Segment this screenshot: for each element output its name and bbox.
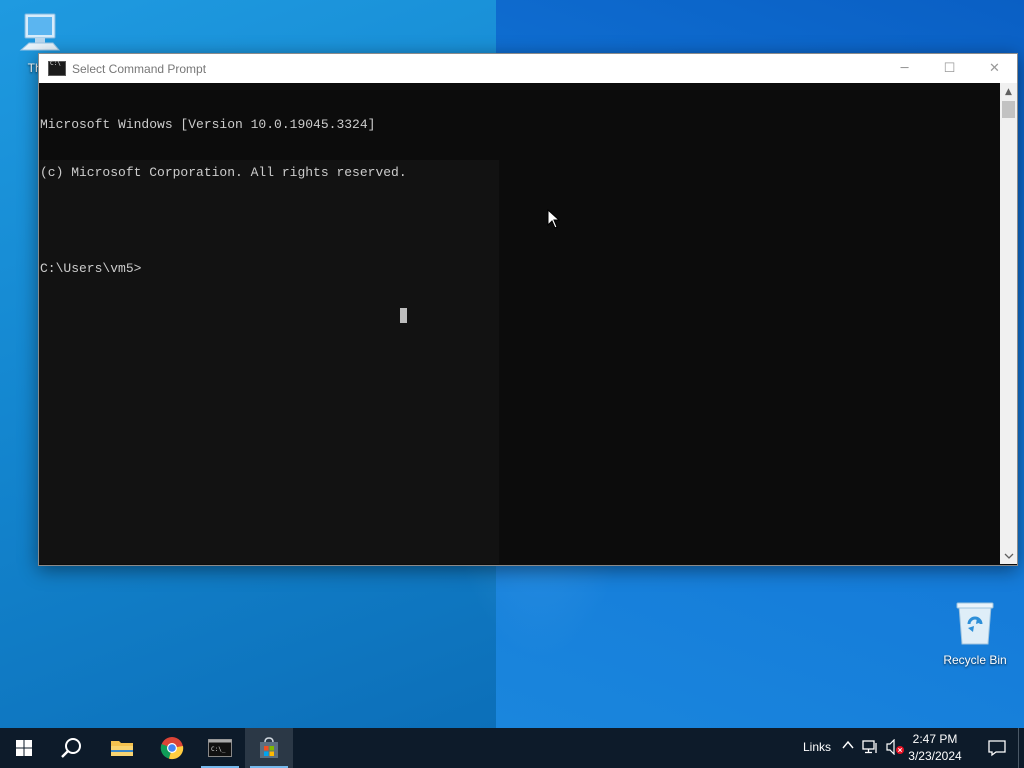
close-icon: ✕ — [989, 61, 1000, 76]
mouse-pointer-icon — [547, 209, 561, 229]
chrome-icon — [160, 737, 184, 760]
scroll-up-button[interactable]: ▲ — [1000, 83, 1017, 100]
notification-icon — [988, 740, 1006, 757]
window-controls: ─ ☐ ✕ — [882, 54, 1017, 83]
volume-muted-icon — [886, 738, 904, 756]
windows-logo-icon — [16, 740, 32, 756]
folder-icon — [111, 741, 133, 756]
scroll-down-button[interactable] — [1000, 547, 1017, 564]
taskbar-file-explorer[interactable] — [98, 728, 146, 768]
console-area[interactable]: Microsoft Windows [Version 10.0.19045.33… — [39, 83, 1000, 564]
taskbar-command-prompt[interactable]: C:\_ — [196, 728, 244, 768]
window-titlebar[interactable]: Select Command Prompt ─ ☐ ✕ — [39, 54, 1017, 83]
vertical-scrollbar[interactable]: ▲ — [1000, 83, 1017, 564]
store-icon — [260, 737, 278, 758]
start-button[interactable] — [0, 728, 48, 768]
taskbar-microsoft-store[interactable] — [245, 728, 293, 768]
taskbar-chrome[interactable] — [148, 728, 196, 768]
maximize-icon: ☐ — [943, 61, 956, 76]
minimize-button[interactable]: ─ — [882, 54, 927, 83]
taskbar: C:\_ Links 2:47 PM 3/23/2024 — [0, 728, 1024, 768]
system-tray: Links 2:47 PM 3/23/2024 — [764, 728, 1024, 768]
console-prompt: C:\Users\vm5> — [40, 261, 142, 276]
maximize-button[interactable]: ☐ — [927, 54, 972, 83]
links-toolbar[interactable]: Links — [803, 740, 831, 754]
recycle-bin-icon — [956, 602, 994, 645]
show-desktop-button[interactable] — [1018, 728, 1024, 768]
text-cursor — [400, 308, 407, 323]
clock-date: 3/23/2024 — [908, 749, 962, 763]
network-status[interactable] — [862, 739, 880, 758]
chevron-up-icon — [842, 740, 854, 749]
clock-time: 2:47 PM — [912, 732, 958, 746]
minimize-icon: ─ — [900, 61, 909, 76]
scrollbar-thumb[interactable] — [1002, 101, 1015, 118]
console-line: (c) Microsoft Corporation. All rights re… — [40, 165, 407, 180]
desktop-icon-recycle-bin[interactable]: Recycle Bin — [940, 600, 1010, 667]
console-output: Microsoft Windows [Version 10.0.19045.33… — [40, 85, 407, 309]
search-button[interactable] — [48, 728, 96, 768]
volume-status[interactable] — [886, 738, 906, 758]
network-icon — [862, 740, 877, 754]
desktop-icon-label: Recycle Bin — [943, 653, 1007, 667]
cmd-icon — [48, 60, 66, 76]
computer-icon — [19, 13, 61, 51]
clock[interactable]: 2:47 PM 3/23/2024 — [905, 731, 965, 765]
svg-text:C:\_: C:\_ — [211, 746, 226, 753]
command-prompt-window[interactable]: Select Command Prompt ─ ☐ ✕ Microsoft Wi… — [38, 53, 1018, 566]
search-icon — [61, 738, 81, 758]
cmd-icon: C:\_ — [208, 739, 232, 757]
action-center-button[interactable] — [988, 739, 1006, 760]
show-hidden-icons-button[interactable] — [842, 739, 854, 753]
close-button[interactable]: ✕ — [972, 54, 1017, 83]
console-line: Microsoft Windows [Version 10.0.19045.33… — [40, 117, 376, 132]
chevron-down-icon — [1004, 553, 1013, 559]
window-title: Select Command Prompt — [72, 61, 207, 76]
chevron-up-icon: ▲ — [1005, 86, 1012, 97]
